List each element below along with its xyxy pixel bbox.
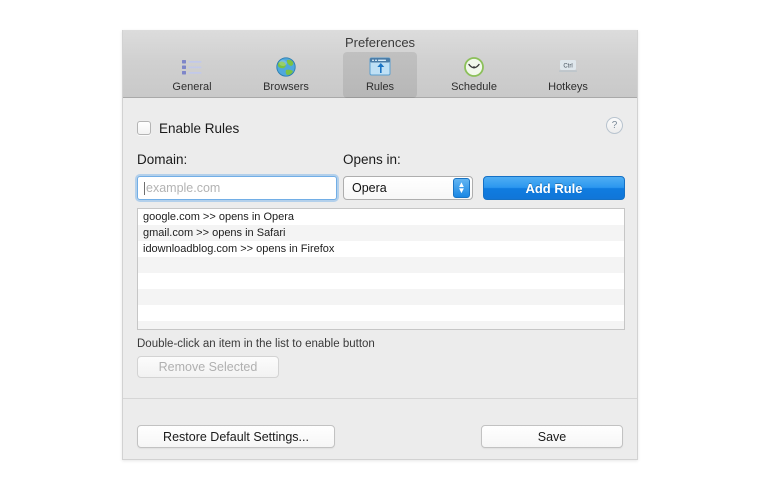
window-titlebar: Preferences General Browsers Rules Sched… xyxy=(123,30,637,98)
globe-icon xyxy=(273,55,299,79)
help-icon-glyph: ? xyxy=(611,120,618,131)
help-icon[interactable]: ? xyxy=(606,117,623,134)
toolbar-tab-general[interactable]: General xyxy=(155,52,229,95)
browser-window-arrow-icon xyxy=(367,55,393,79)
rule-list-empty-row xyxy=(138,289,624,305)
domain-input-placeholder: example.com xyxy=(146,181,221,195)
rule-list-item[interactable]: google.com >> opens in Opera xyxy=(138,209,624,225)
toolbar-tab-schedule[interactable]: Schedule xyxy=(437,52,511,95)
save-button[interactable]: Save xyxy=(481,425,623,448)
enable-rules-label: Enable Rules xyxy=(159,120,240,136)
preferences-body: Enable Rules ? Domain: Opens in: example… xyxy=(123,98,637,459)
footer-bar: Restore Default Settings... Save xyxy=(123,399,637,459)
rule-list-empty-row xyxy=(138,305,624,321)
add-rule-button[interactable]: Add Rule xyxy=(483,176,625,200)
clock-icon xyxy=(461,55,487,79)
chevron-down-glyph: ▼ xyxy=(457,186,466,195)
rule-list-item-label: gmail.com >> opens in Safari xyxy=(143,227,286,239)
toolbar-tab-hotkeys-label: Hotkeys xyxy=(548,81,588,93)
opens-in-select-value: Opera xyxy=(352,181,387,195)
restore-defaults-button[interactable]: Restore Default Settings... xyxy=(137,425,335,448)
rule-list-empty-row xyxy=(138,273,624,289)
rule-list-item-label: idownloadblog.com >> opens in Firefox xyxy=(143,243,335,255)
toolbar-tab-browsers[interactable]: Browsers xyxy=(249,52,323,95)
rule-list-item-label: google.com >> opens in Opera xyxy=(143,211,295,223)
preferences-window: Preferences General Browsers Rules Sched… xyxy=(122,30,638,460)
text-caret xyxy=(144,181,145,195)
remove-selected-button-label: Remove Selected xyxy=(158,360,258,374)
rules-hint-text: Double-click an item in the list to enab… xyxy=(137,338,375,350)
preferences-toolbar: General Browsers Rules Schedule Ctrl Hot… xyxy=(123,52,637,98)
toolbar-tab-browsers-label: Browsers xyxy=(263,81,309,93)
add-rule-button-label: Add Rule xyxy=(525,180,583,196)
toolbar-tab-rules[interactable]: Rules xyxy=(343,52,417,98)
list-icon xyxy=(179,55,205,79)
chevron-updown-icon[interactable]: ▲ ▼ xyxy=(453,178,470,198)
rule-list-empty-row xyxy=(138,257,624,273)
enable-rules-checkbox[interactable] xyxy=(137,121,151,135)
svg-text:Ctrl: Ctrl xyxy=(563,64,572,70)
domain-input[interactable]: example.com xyxy=(137,176,337,200)
restore-defaults-button-label: Restore Default Settings... xyxy=(163,429,309,444)
opens-in-label: Opens in: xyxy=(343,152,401,167)
window-title: Preferences xyxy=(344,35,416,50)
rule-list-item[interactable]: gmail.com >> opens in Safari xyxy=(138,225,624,241)
toolbar-tab-general-label: General xyxy=(172,81,212,93)
field-labels-row: Domain: Opens in: xyxy=(137,152,623,170)
enable-rules-row: Enable Rules ? xyxy=(137,117,623,138)
field-input-row: example.com Opera ▲ ▼ Add Rule xyxy=(137,176,625,200)
toolbar-tab-hotkeys[interactable]: Ctrl Hotkeys xyxy=(531,52,605,95)
rule-list-item[interactable]: idownloadblog.com >> opens in Firefox xyxy=(138,241,624,257)
remove-selected-button[interactable]: Remove Selected xyxy=(137,356,279,378)
toolbar-tab-schedule-label: Schedule xyxy=(451,81,497,93)
domain-label: Domain: xyxy=(137,152,188,167)
rules-list[interactable]: google.com >> opens in Opera gmail.com >>… xyxy=(137,208,625,330)
ctrl-key-icon: Ctrl xyxy=(555,55,581,79)
opens-in-select[interactable]: Opera ▲ ▼ xyxy=(343,176,473,200)
toolbar-tab-rules-label: Rules xyxy=(365,81,395,93)
rule-list-empty-row xyxy=(138,321,624,329)
save-button-label: Save xyxy=(537,429,567,444)
